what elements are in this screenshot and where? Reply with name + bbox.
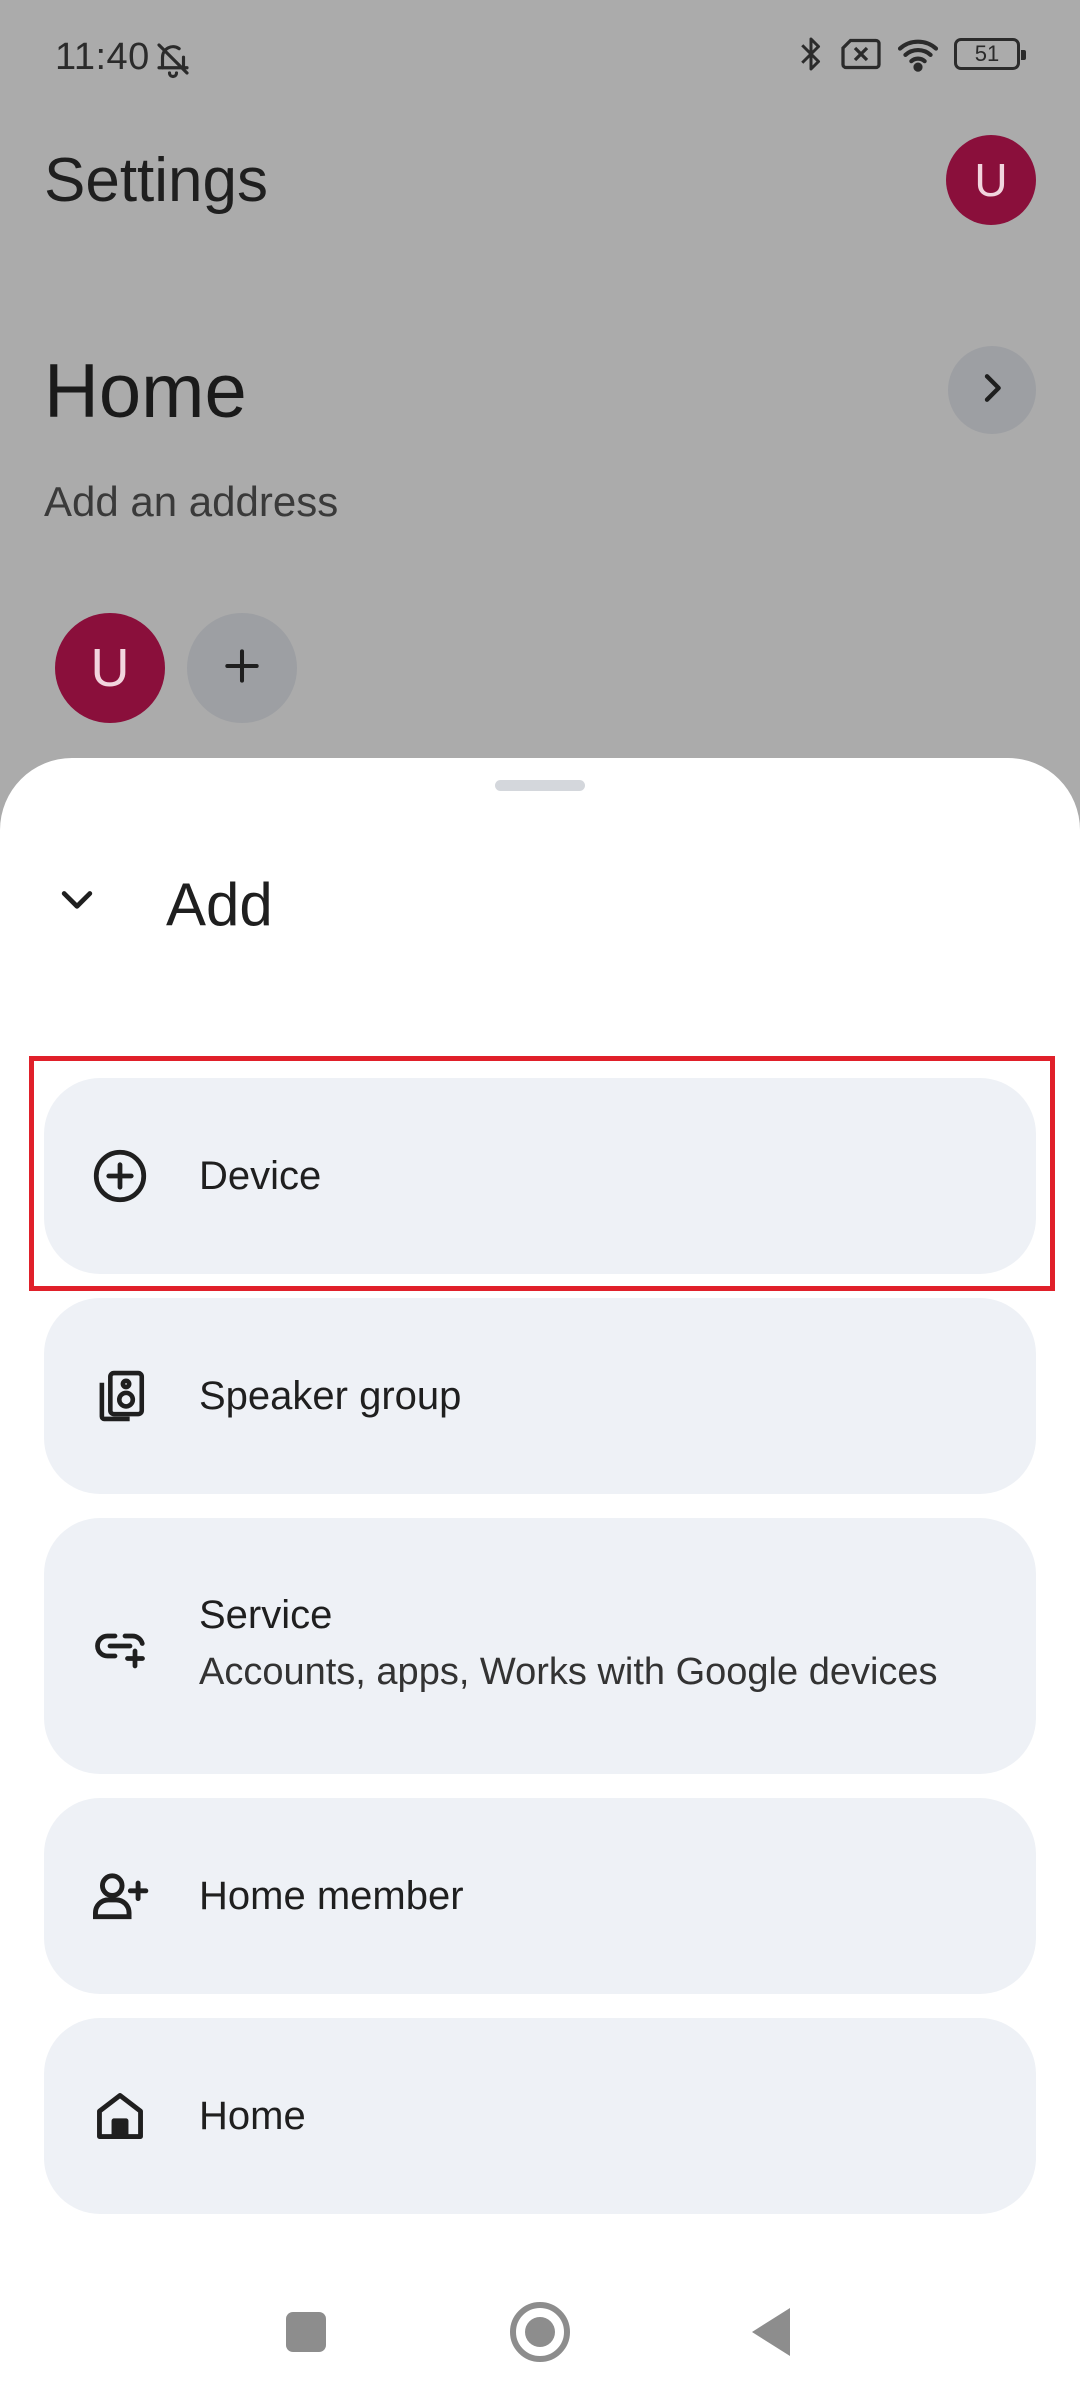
option-text: Service Accounts, apps, Works with Googl… bbox=[199, 1591, 976, 1700]
option-label: Device bbox=[199, 1154, 322, 1198]
add-bottom-sheet: Add Device Speaker group Service Account… bbox=[0, 758, 1080, 2400]
home-details-button[interactable] bbox=[948, 346, 1036, 434]
add-device-option[interactable]: Device bbox=[44, 1078, 1036, 1274]
wifi-icon bbox=[896, 36, 940, 72]
home-icon bbox=[88, 2084, 152, 2148]
back-button[interactable] bbox=[752, 2308, 790, 2356]
collapse-button[interactable] bbox=[44, 868, 110, 934]
profile-avatar[interactable]: U bbox=[946, 135, 1036, 225]
home-button-dot bbox=[525, 2317, 555, 2347]
add-service-option[interactable]: Service Accounts, apps, Works with Googl… bbox=[44, 1518, 1036, 1774]
option-text: Device bbox=[199, 1152, 976, 1200]
add-address-link[interactable]: Add an address bbox=[44, 478, 338, 526]
option-label: Speaker group bbox=[199, 1374, 462, 1418]
add-circle-icon bbox=[88, 1144, 152, 1208]
link-add-icon bbox=[88, 1614, 152, 1678]
recents-button[interactable] bbox=[286, 2312, 326, 2352]
drag-handle[interactable] bbox=[495, 780, 585, 791]
option-text: Home member bbox=[199, 1872, 976, 1920]
screen: 11:40 51 Settings U Home Add an address … bbox=[0, 0, 1080, 2400]
profile-initial: U bbox=[974, 154, 1008, 206]
status-icons: 51 bbox=[796, 34, 1026, 74]
option-text: Speaker group bbox=[199, 1372, 976, 1420]
option-subtitle: Accounts, apps, Works with Google device… bbox=[199, 1651, 938, 1694]
status-bar: 11:40 51 bbox=[0, 0, 1080, 118]
chevron-right-icon bbox=[972, 368, 1012, 413]
home-title: Home bbox=[44, 349, 247, 434]
person-add-icon bbox=[88, 1864, 152, 1928]
add-member-button[interactable] bbox=[187, 613, 297, 723]
plus-icon bbox=[220, 644, 264, 693]
option-label: Home member bbox=[199, 1874, 464, 1918]
member-initial: U bbox=[90, 638, 130, 698]
option-label: Service bbox=[199, 1593, 333, 1638]
battery-icon: 51 bbox=[954, 38, 1026, 70]
navigation-bar bbox=[0, 2260, 1080, 2400]
option-text: Home bbox=[199, 2092, 976, 2140]
page-title: Settings bbox=[44, 146, 269, 215]
add-home-member-option[interactable]: Home member bbox=[44, 1798, 1036, 1994]
battery-level: 51 bbox=[974, 41, 1000, 66]
add-home-option[interactable]: Home bbox=[44, 2018, 1036, 2214]
bell-off-icon bbox=[152, 38, 194, 80]
member-avatar[interactable]: U bbox=[55, 613, 165, 723]
option-label: Home bbox=[199, 2094, 306, 2138]
chevron-down-icon bbox=[55, 877, 99, 926]
sheet-title: Add bbox=[166, 871, 273, 938]
no-sim-icon bbox=[840, 37, 882, 71]
bluetooth-icon bbox=[796, 34, 826, 74]
status-time: 11:40 bbox=[55, 36, 150, 78]
add-speaker-group-option[interactable]: Speaker group bbox=[44, 1298, 1036, 1494]
home-button[interactable] bbox=[510, 2302, 570, 2362]
speaker-group-icon bbox=[88, 1364, 152, 1428]
